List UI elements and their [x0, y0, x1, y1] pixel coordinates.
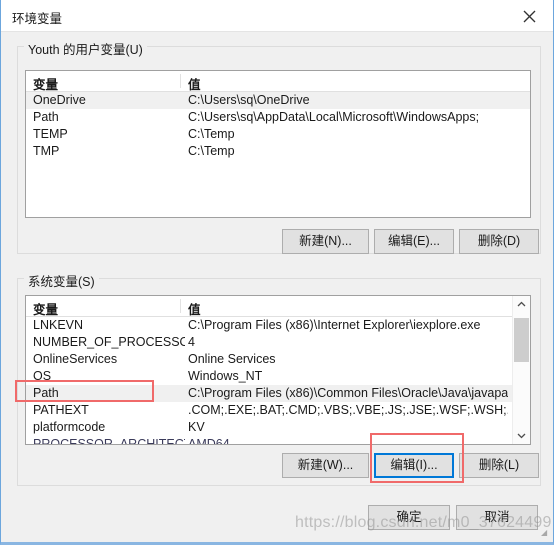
user-new-button[interactable]: 新建(N)... — [282, 229, 369, 254]
system-row-value: KV — [188, 420, 205, 434]
system-row-name: LNKEVN — [33, 318, 84, 332]
system-row-value: AMD64 — [188, 437, 230, 444]
system-row-value: Online Services — [188, 352, 276, 366]
table-row[interactable]: TEMP C:\Temp — [26, 126, 530, 143]
system-row-value: 4 — [188, 335, 195, 349]
table-row[interactable]: PATHEXT .COM;.EXE;.BAT;.CMD;.VBS;.VBE;.J… — [26, 402, 530, 419]
scrollbar-thumb[interactable] — [514, 318, 529, 362]
system-list-header: 变量 值 — [26, 296, 530, 317]
user-row-name: TEMP — [33, 127, 68, 141]
system-row-name: OnlineServices — [33, 352, 118, 366]
user-list-header: 变量 值 — [26, 71, 530, 92]
user-row-name: TMP — [33, 144, 60, 158]
user-variables-list[interactable]: 变量 值 OneDrive C:\Users\sq\OneDrive Path … — [25, 70, 531, 218]
system-new-button[interactable]: 新建(W)... — [282, 453, 369, 478]
system-row-value: C:\Program Files (x86)\Internet Explorer… — [188, 318, 481, 332]
table-row[interactable]: OnlineServices Online Services — [26, 351, 530, 368]
system-col-variable: 变量 — [33, 303, 59, 317]
table-row-path[interactable]: Path C:\Program Files (x86)\Common Files… — [26, 385, 530, 402]
scroll-down-button[interactable] — [513, 427, 530, 444]
user-row-value: C:\Users\sq\OneDrive — [188, 93, 310, 107]
user-row-name: Path — [33, 110, 59, 124]
system-row-name: PATHEXT — [33, 403, 89, 417]
system-row-name: Path — [33, 386, 59, 400]
table-row[interactable]: LNKEVN C:\Program Files (x86)\Internet E… — [26, 317, 530, 334]
system-list-scrollbar[interactable] — [512, 296, 530, 444]
system-variables-legend: 系统变量(S) — [24, 271, 99, 290]
system-row-name: OS — [33, 369, 52, 383]
close-button[interactable] — [507, 0, 553, 30]
window-title: 环境变量 — [12, 12, 63, 26]
table-row[interactable]: TMP C:\Temp — [26, 143, 530, 160]
table-row[interactable]: Path C:\Users\sq\AppData\Local\Microsoft… — [26, 109, 530, 126]
cancel-button[interactable]: 取消 — [456, 505, 538, 530]
user-row-value: C:\Users\sq\AppData\Local\Microsoft\Wind… — [188, 110, 480, 124]
system-edit-button[interactable]: 编辑(I)... — [374, 453, 454, 478]
system-list-body: LNKEVN C:\Program Files (x86)\Internet E… — [26, 317, 530, 444]
resize-grip-icon[interactable]: ◢ — [541, 529, 549, 537]
system-row-name: PROCESSOR_ARCHITECTURE — [33, 437, 185, 444]
table-row[interactable]: OS Windows_NT — [26, 368, 530, 385]
system-delete-button[interactable]: 删除(L) — [459, 453, 539, 478]
table-row[interactable]: NUMBER_OF_PROCESSORS 4 — [26, 334, 530, 351]
system-row-name: NUMBER_OF_PROCESSORS — [33, 335, 185, 349]
system-header-divider — [180, 299, 181, 313]
user-row-value: C:\Temp — [188, 127, 235, 141]
table-row[interactable]: PROCESSOR_ARCHITECTURE AMD64 — [26, 436, 530, 444]
user-edit-button[interactable]: 编辑(E)... — [374, 229, 454, 254]
system-row-value: Windows_NT — [188, 369, 263, 383]
user-col-value: 值 — [188, 78, 201, 92]
system-row-value: C:\Program Files (x86)\Common Files\Orac… — [188, 386, 508, 400]
environment-variables-dialog: 环境变量 Youth 的用户变量(U) 变量 值 OneDrive C:\Use… — [0, 0, 554, 545]
system-col-value: 值 — [188, 303, 201, 317]
system-variables-list[interactable]: 变量 值 LNKEVN C:\Program Files (x86)\Inter… — [25, 295, 531, 445]
scroll-up-button[interactable] — [513, 296, 530, 313]
user-row-value: C:\Temp — [188, 144, 235, 158]
ok-button[interactable]: 确定 — [368, 505, 450, 530]
title-bar: 环境变量 — [1, 0, 553, 32]
user-variables-legend: Youth 的用户变量(U) — [24, 39, 147, 58]
user-variables-group: Youth 的用户变量(U) 变量 值 OneDrive C:\Users\sq… — [17, 39, 541, 254]
system-row-name: platformcode — [33, 420, 106, 434]
user-delete-button[interactable]: 删除(D) — [459, 229, 539, 254]
user-col-variable: 变量 — [33, 78, 59, 92]
table-row[interactable]: OneDrive C:\Users\sq\OneDrive — [26, 92, 530, 109]
user-header-divider — [180, 74, 181, 88]
system-row-value: .COM;.EXE;.BAT;.CMD;.VBS;.VBE;.JS;.JSE;.… — [188, 403, 508, 417]
user-list-body: OneDrive C:\Users\sq\OneDrive Path C:\Us… — [26, 92, 530, 160]
user-row-name: OneDrive — [33, 93, 86, 107]
table-row[interactable]: platformcode KV — [26, 419, 530, 436]
